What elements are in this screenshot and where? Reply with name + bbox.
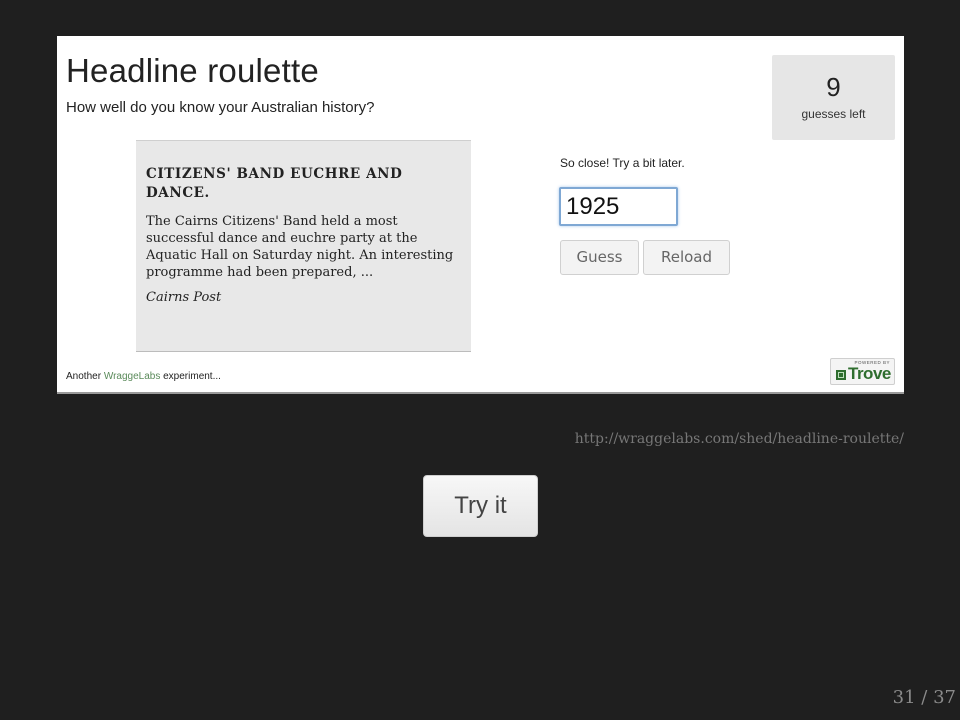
article-body: The Cairns Citizens' Band held a most su… (146, 214, 454, 280)
slide-counter: 31 / 37 (892, 687, 956, 708)
app-title: Headline roulette (66, 52, 319, 89)
footer-credit: Another WraggeLabs experiment... (66, 371, 221, 382)
guesses-count: 9 (826, 72, 841, 102)
feedback-message: So close! Try a bit later. (560, 156, 685, 170)
try-it-button[interactable]: Try it (423, 475, 538, 537)
headline-roulette-app: Headline roulette How well do you know y… (57, 36, 904, 394)
trove-logo-icon (836, 370, 846, 380)
guesses-label: guesses left (801, 107, 866, 121)
guesses-counter: 9 guesses left (772, 55, 895, 140)
article-source: Cairns Post (146, 290, 222, 305)
article-headline: CITIZENS' BAND EUCHRE AND DANCE. (146, 166, 403, 201)
app-subtitle: How well do you know your Australian his… (66, 99, 375, 116)
reload-button[interactable]: Reload (643, 240, 730, 275)
footer-prefix: Another (66, 371, 104, 382)
article-card: CITIZENS' BAND EUCHRE AND DANCE. The Cai… (136, 140, 471, 352)
year-input[interactable] (559, 187, 678, 226)
wraggelabs-link[interactable]: WraggeLabs (104, 371, 161, 382)
source-url[interactable]: http://wraggelabs.com/shed/headline-roul… (575, 431, 904, 447)
footer-suffix: experiment... (160, 371, 221, 382)
guess-button[interactable]: Guess (560, 240, 639, 275)
trove-badge[interactable]: POWERED BY Trove (830, 358, 895, 385)
trove-brand: Trove (848, 364, 891, 383)
